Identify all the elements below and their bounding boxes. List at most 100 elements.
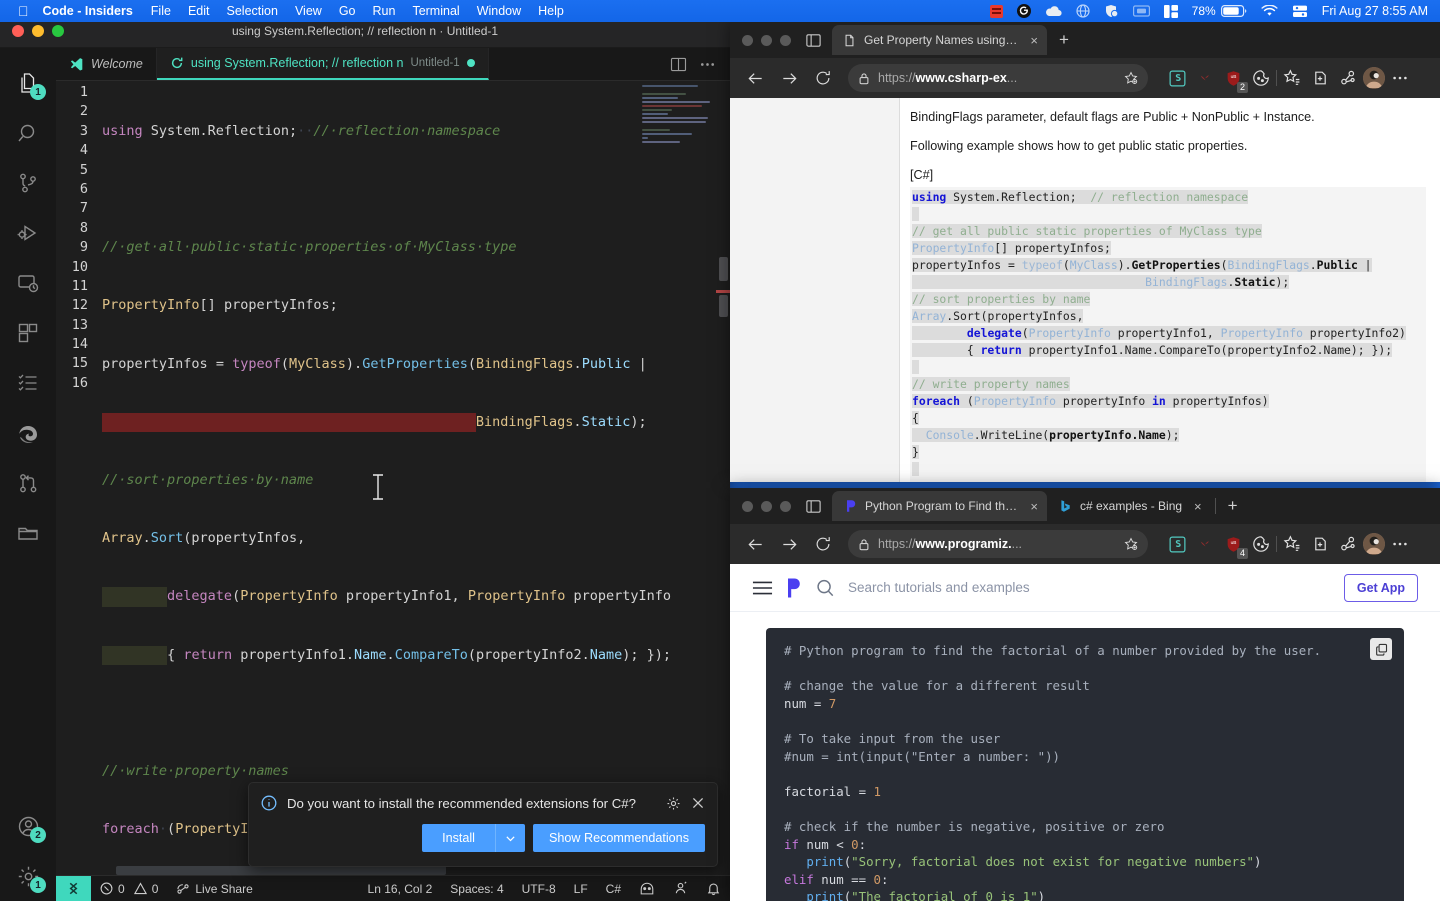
sidebar-item-edge-tools[interactable]	[0, 408, 56, 458]
indentation-status[interactable]: Spaces: 4	[441, 882, 512, 896]
encoding-status[interactable]: UTF-8	[513, 882, 565, 896]
edge-top-traffic-lights[interactable]	[742, 35, 791, 46]
eol-status[interactable]: LF	[565, 882, 597, 896]
maximize-window-button[interactable]	[780, 35, 791, 46]
more-actions-icon[interactable]	[699, 56, 716, 73]
wifi-icon[interactable]	[1261, 5, 1278, 17]
onedrive-icon[interactable]	[1045, 5, 1062, 17]
sidebar-item-extensions[interactable]	[0, 308, 56, 358]
forward-arrow-icon[interactable]	[774, 63, 804, 93]
menu-help[interactable]: Help	[538, 4, 564, 18]
notification-gear-icon[interactable]	[666, 796, 681, 811]
browser-essentials-icon[interactable]	[1335, 531, 1361, 557]
live-share-status[interactable]: Live Share	[167, 882, 261, 896]
minimize-window-button[interactable]	[32, 25, 44, 37]
close-icon[interactable]: ×	[1030, 33, 1038, 48]
copy-icon[interactable]	[1370, 638, 1392, 660]
profile-avatar[interactable]	[1363, 67, 1385, 89]
screenshot-icon[interactable]	[1133, 5, 1150, 17]
collections-icon[interactable]	[1307, 65, 1333, 91]
controlcenter-icon[interactable]	[1292, 5, 1308, 18]
menu-window[interactable]: Window	[477, 4, 521, 18]
s-extension-icon[interactable]	[1164, 65, 1190, 91]
show-recommendations-button[interactable]: Show Recommendations	[533, 824, 705, 852]
refresh-icon[interactable]	[808, 63, 838, 93]
sidebar-item-todo-tree[interactable]	[0, 358, 56, 408]
collections-icon[interactable]	[1307, 531, 1333, 557]
split-editor-icon[interactable]	[670, 56, 687, 73]
browser-essentials-icon[interactable]	[1335, 65, 1361, 91]
tab-actions-icon[interactable]	[805, 498, 822, 515]
close-window-button[interactable]	[742, 35, 753, 46]
sidebar-item-explorer[interactable]: 1	[0, 58, 56, 108]
shield-icon[interactable]	[1104, 4, 1119, 18]
sidebar-item-search[interactable]	[0, 108, 56, 158]
new-tab-button[interactable]: +	[1220, 496, 1246, 516]
back-arrow-icon[interactable]	[740, 63, 770, 93]
profile-avatar[interactable]	[1363, 533, 1385, 555]
cursor-position[interactable]: Ln 16, Col 2	[359, 882, 442, 896]
install-button[interactable]: Install	[422, 824, 495, 852]
menubar-clock[interactable]: Fri Aug 27 8:55 AM	[1322, 4, 1428, 18]
edge-tab-csharp[interactable]: Get Property Names using Ref ×	[832, 25, 1047, 55]
minimize-window-button[interactable]	[761, 501, 772, 512]
favorites-icon[interactable]	[1279, 65, 1305, 91]
more-settings-icon[interactable]	[1387, 65, 1413, 91]
grid-icon[interactable]	[1164, 5, 1178, 18]
menu-run[interactable]: Run	[373, 4, 396, 18]
editor-vertical-scrollbar[interactable]	[716, 81, 730, 875]
maximize-window-button[interactable]	[780, 501, 791, 512]
grammarly-icon[interactable]	[990, 5, 1003, 18]
menu-terminal[interactable]: Terminal	[412, 4, 459, 18]
forward-arrow-icon[interactable]	[774, 529, 804, 559]
hamburger-icon[interactable]	[752, 580, 773, 596]
search-input[interactable]: Search tutorials and examples	[848, 580, 1331, 595]
menu-go[interactable]: Go	[339, 4, 356, 18]
apple-icon[interactable]: 	[18, 4, 29, 18]
sidebar-item-pull-requests[interactable]	[0, 458, 56, 508]
share-icon[interactable]	[664, 881, 697, 896]
tab-untitled-1[interactable]: using System.Reflection; // reflection n…	[157, 48, 489, 80]
lock-icon[interactable]	[858, 538, 870, 551]
tab-welcome[interactable]: Welcome	[56, 48, 157, 80]
cookie-extension-icon[interactable]	[1248, 65, 1274, 91]
language-mode-status[interactable]: C#	[597, 882, 630, 896]
install-dropdown-button[interactable]	[495, 824, 525, 852]
search-icon[interactable]	[815, 578, 835, 598]
menu-view[interactable]: View	[295, 4, 322, 18]
lock-icon[interactable]	[858, 72, 870, 85]
sidebar-item-source-control[interactable]	[0, 158, 56, 208]
notification-close-icon[interactable]	[691, 796, 705, 810]
edge-tab-bing[interactable]: c# examples - Bing ×	[1047, 491, 1211, 521]
back-arrow-icon[interactable]	[740, 529, 770, 559]
refresh-icon[interactable]	[808, 529, 838, 559]
vscode-traffic-lights[interactable]	[12, 25, 64, 37]
logitech-icon[interactable]	[1017, 4, 1031, 18]
tab-actions-icon[interactable]	[805, 32, 822, 49]
close-icon[interactable]: ×	[1030, 499, 1038, 514]
edge-bottom-traffic-lights[interactable]	[742, 501, 791, 512]
ublock-icon[interactable]: uB 4	[1220, 531, 1246, 557]
remote-indicator-icon[interactable]	[56, 876, 91, 901]
address-bar[interactable]: https://www.csharp-ex...	[848, 64, 1148, 92]
menu-edit[interactable]: Edit	[188, 4, 210, 18]
minimize-window-button[interactable]	[761, 35, 772, 46]
menu-selection[interactable]: Selection	[227, 4, 278, 18]
editor-horizontal-scrollbar[interactable]	[116, 866, 446, 875]
sidebar-item-run-and-debug[interactable]	[0, 208, 56, 258]
red-extension-icon[interactable]	[1192, 531, 1218, 557]
maximize-window-button[interactable]	[52, 25, 64, 37]
code-editor[interactable]: 1 2 3 4 5 6 7 8 9 10 11 12 13	[56, 81, 730, 875]
settings-button[interactable]: 1	[0, 851, 56, 901]
s-extension-icon[interactable]	[1164, 531, 1190, 557]
add-favorite-icon[interactable]	[1124, 71, 1138, 85]
more-settings-icon[interactable]	[1387, 531, 1413, 557]
edge-tab-programiz[interactable]: Python Program to Find the Fa ×	[832, 491, 1047, 521]
code-area[interactable]: 1 2 3 4 5 6 7 8 9 10 11 12 13	[56, 81, 730, 875]
bell-icon[interactable]	[697, 881, 730, 896]
sidebar-item-remote-explorer[interactable]	[0, 258, 56, 308]
programiz-logo-icon[interactable]	[786, 577, 802, 599]
new-tab-button[interactable]: +	[1047, 30, 1081, 50]
address-bar[interactable]: https://www.programiz....	[848, 530, 1148, 558]
sidebar-item-explorer-folder[interactable]	[0, 508, 56, 558]
